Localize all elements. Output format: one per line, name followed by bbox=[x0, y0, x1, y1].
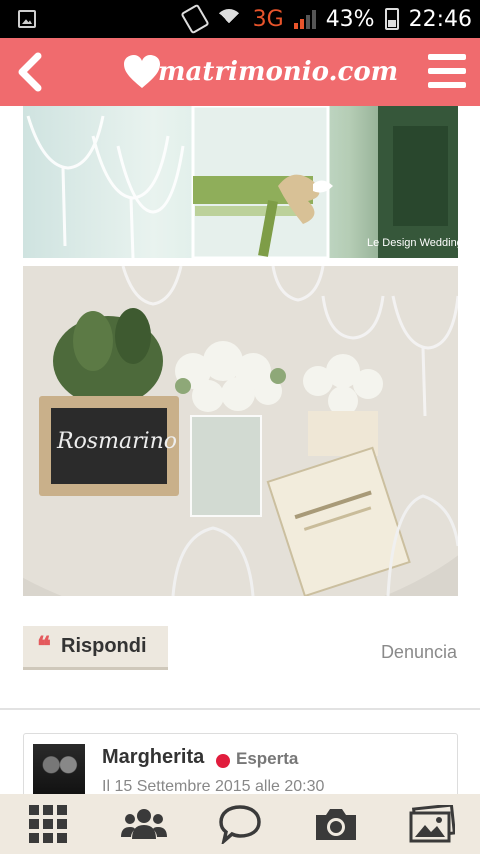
nav-chat[interactable] bbox=[210, 794, 270, 854]
grid-icon bbox=[29, 805, 67, 843]
nav-photos[interactable] bbox=[402, 794, 462, 854]
community-icon bbox=[121, 809, 167, 839]
network-type: 3G bbox=[252, 6, 284, 32]
post-actions: ❝ Rispondi Denuncia bbox=[0, 626, 480, 674]
quote-icon: ❝ bbox=[37, 631, 51, 662]
user-level-badge: Esperta bbox=[236, 749, 299, 768]
back-button[interactable] bbox=[10, 48, 50, 96]
reply-label: Rispondi bbox=[61, 635, 147, 657]
status-indicators: 3G 43% 22:46 bbox=[179, 0, 472, 38]
app-header: matrimonio.com bbox=[0, 38, 480, 106]
status-bar: 3G 43% 22:46 bbox=[0, 0, 480, 38]
reply-button[interactable]: ❝ Rispondi bbox=[23, 626, 168, 670]
post-photo-2[interactable]: Rosmarino bbox=[23, 266, 458, 596]
gallery-notification-icon bbox=[18, 10, 36, 28]
nav-grid[interactable] bbox=[18, 794, 78, 854]
heart-icon bbox=[122, 54, 162, 90]
thread-content[interactable]: Le Design Wedding Rosmarino ❝ Rispondi D… bbox=[0, 106, 480, 794]
report-link[interactable]: Denuncia bbox=[381, 642, 457, 663]
nav-community[interactable] bbox=[114, 794, 174, 854]
avatar[interactable] bbox=[33, 744, 85, 794]
watermark: Le Design Wedding bbox=[367, 237, 458, 249]
comment-date: Il 15 Settembre 2015 alle 20:30 bbox=[102, 778, 325, 794]
svg-text:Rosmarino: Rosmarino bbox=[56, 429, 177, 454]
wifi-icon bbox=[215, 9, 243, 29]
bottom-nav bbox=[0, 794, 480, 854]
online-status-dot bbox=[216, 754, 230, 768]
photos-icon bbox=[409, 805, 455, 843]
menu-button[interactable] bbox=[428, 54, 466, 88]
signal-icon bbox=[293, 9, 316, 29]
vibrate-icon bbox=[179, 3, 210, 35]
chat-icon bbox=[219, 805, 261, 844]
hamburger-icon bbox=[428, 54, 466, 60]
logo[interactable]: matrimonio.com bbox=[122, 48, 398, 96]
comment-author[interactable]: Margherita bbox=[102, 746, 204, 769]
divider bbox=[0, 708, 480, 710]
logo-text: matrimonio.com bbox=[158, 57, 399, 87]
camera-icon bbox=[316, 809, 356, 840]
post-photo-1[interactable]: Le Design Wedding bbox=[23, 106, 458, 258]
comment-card[interactable]: Margherita Esperta Il 15 Settembre 2015 … bbox=[23, 733, 458, 794]
battery-percent: 43% bbox=[325, 6, 375, 32]
battery-icon bbox=[384, 8, 399, 30]
nav-camera[interactable] bbox=[306, 794, 366, 854]
chevron-left-icon bbox=[18, 52, 42, 92]
clock: 22:46 bbox=[408, 6, 472, 32]
